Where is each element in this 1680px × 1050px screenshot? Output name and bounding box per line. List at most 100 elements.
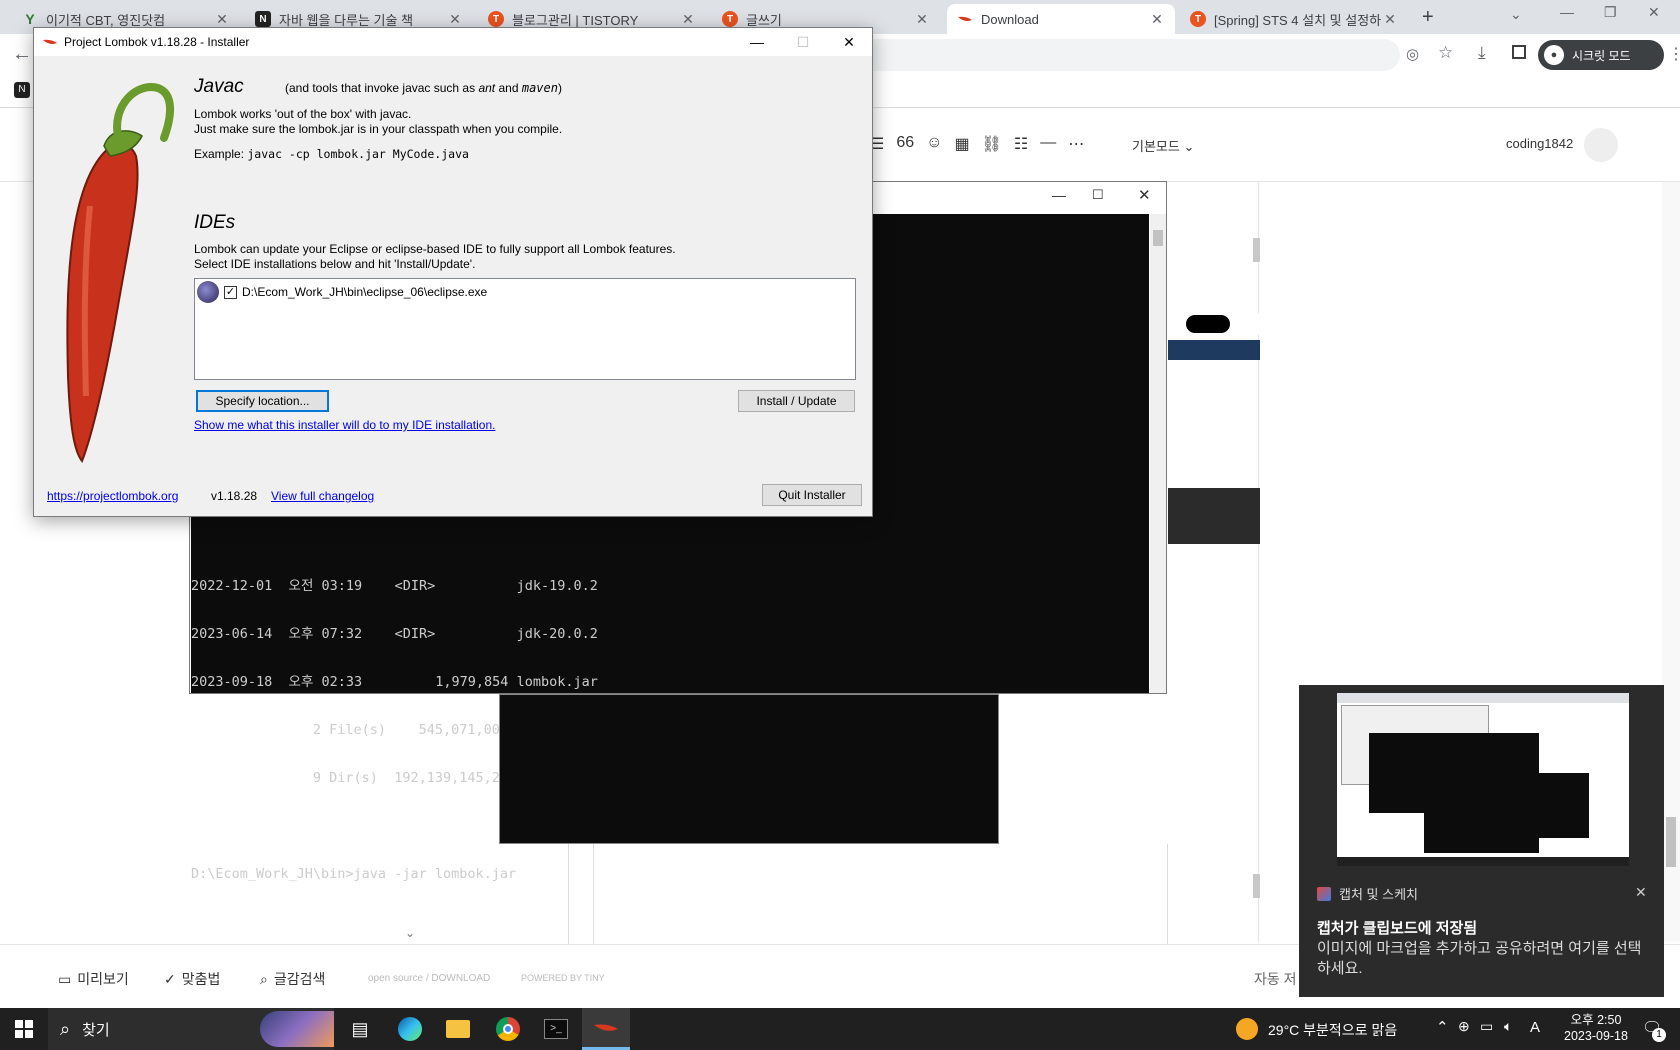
close-tab-icon[interactable]: ✕ [680, 11, 696, 28]
lombok-installer-window[interactable]: Project Lombok v1.18.28 - Installer — ☐ … [33, 27, 873, 517]
snip-sketch-icon [1317, 886, 1331, 901]
quit-installer-button[interactable]: Quit Installer [762, 484, 862, 506]
close-window-icon[interactable]: ✕ [1138, 186, 1151, 204]
browser-tab-active[interactable]: Download ✕ [947, 4, 1175, 34]
close-window-icon[interactable]: ✕ [826, 28, 872, 56]
thumb-taskbar [1337, 857, 1629, 866]
scrollbar-thumb[interactable] [1253, 238, 1260, 262]
ime-indicator[interactable]: A [1530, 1019, 1540, 1036]
scrollbar-thumb[interactable] [1666, 817, 1676, 867]
ide-checkbox[interactable]: ✓ [224, 285, 237, 299]
search-highlight-image [260, 1011, 334, 1047]
spellcheck-icon: ✓ [164, 970, 176, 987]
opensource-link[interactable]: open source / DOWNLOAD [368, 973, 490, 984]
tab-search-chevron-icon[interactable]: ⌄ [1510, 6, 1522, 23]
weather-text[interactable]: 29°C 부분적으로 맑음 [1268, 1020, 1397, 1040]
monitor-icon: ▭ [58, 970, 72, 987]
changelog-link[interactable]: View full changelog [271, 489, 374, 503]
minimize-window-icon[interactable]: — [1052, 187, 1066, 203]
lombok-taskbar-icon[interactable] [582, 1008, 630, 1050]
tab-title: 자바 웹을 다루는 기술 책 [279, 12, 414, 28]
minimize-window-icon[interactable]: — [1560, 4, 1574, 20]
tray-app-icon[interactable]: ⊕ [1458, 1018, 1470, 1035]
avatar[interactable] [1584, 128, 1618, 162]
preview-button[interactable]: ▭ 미리보기 [58, 969, 129, 989]
side-panel-icon[interactable] [1512, 45, 1526, 59]
javac-line: Just make sure the lombok.jar is in your… [194, 122, 563, 136]
ides-line: Lombok can update your Eclipse or eclips… [194, 242, 676, 256]
download-icon[interactable]: ⤓ [1478, 43, 1486, 63]
eye-off-icon[interactable]: ◎ [1406, 45, 1419, 63]
chevron-down-icon[interactable]: ⌄ [405, 926, 415, 940]
notion-favicon-icon: N [255, 11, 271, 27]
embedded-taskbar-fragment [1168, 340, 1260, 360]
specify-location-button[interactable]: Specify location... [196, 390, 329, 412]
incognito-icon: ● [1544, 45, 1564, 65]
close-window-icon[interactable]: ✕ [1648, 4, 1660, 21]
close-tab-icon[interactable]: ✕ [1382, 11, 1398, 28]
example-command: javac -cp lombok.jar MyCode.java [247, 147, 469, 161]
embedded-browser-fragment [1168, 488, 1260, 544]
javac-note-text: ) [557, 81, 562, 95]
chili-favicon-icon [957, 11, 973, 27]
incognito-chip[interactable]: ● 시크릿 모드 [1538, 40, 1664, 70]
emoji-icon[interactable]: ☺ [926, 134, 942, 154]
snip-notification[interactable]: 캡처 및 스케치 ✕ 캡처가 클립보드에 저장됨 이미지에 마크업을 추가하고 … [1299, 685, 1664, 997]
edge-icon[interactable] [386, 1008, 434, 1050]
task-view-icon[interactable]: ▤ [336, 1008, 384, 1050]
close-tab-icon[interactable]: ✕ [1149, 11, 1165, 28]
table-icon[interactable]: ▦ [954, 134, 969, 154]
content-search-label: 글감검색 [273, 971, 326, 987]
clock[interactable]: 오후 2:50 2023-09-18 [1554, 1012, 1638, 1044]
close-tab-icon[interactable]: ✕ [214, 11, 230, 28]
editor-mode-select[interactable]: 기본모드 ⌄ [1132, 136, 1194, 155]
notification-center-icon[interactable]: 🗨︎ 1 [1642, 1018, 1666, 1042]
content-search-button[interactable]: ⌕ 글감검색 [260, 969, 325, 989]
embedded-image-fragment [1168, 313, 1260, 335]
ides-line: Select IDE installations below and hit '… [194, 257, 476, 271]
quote-icon[interactable]: 66 [896, 134, 914, 154]
minimize-window-icon[interactable]: — [734, 28, 780, 56]
divider-icon[interactable]: — [1040, 134, 1056, 154]
close-notification-icon[interactable]: ✕ [1635, 884, 1647, 901]
link-icon[interactable]: ⛓ [982, 134, 1002, 154]
windows-start-icon[interactable] [0, 1008, 48, 1050]
restore-window-icon[interactable]: ❐ [1604, 4, 1617, 21]
notification-count-badge: 1 [1652, 1028, 1666, 1042]
scrollbar-thumb[interactable] [1253, 874, 1260, 898]
close-tab-icon[interactable]: ✕ [914, 11, 930, 28]
install-update-button[interactable]: Install / Update [738, 390, 855, 412]
browser-tab[interactable]: T [Spring] STS 4 설치 및 설정하기 ✕ [1180, 4, 1408, 34]
tray-chevron-icon[interactable]: ⌃ [1436, 1018, 1449, 1036]
more-icon[interactable]: ⋯ [1068, 134, 1084, 154]
show-installer-actions-link[interactable]: Show me what this installer will do to m… [194, 418, 495, 432]
editor-content-area [593, 844, 1168, 944]
back-arrow-icon[interactable]: ← [12, 43, 32, 66]
console-scrollbar[interactable] [1150, 214, 1166, 693]
terminal-icon[interactable]: >_ [532, 1008, 580, 1050]
file-explorer-icon[interactable] [434, 1008, 482, 1050]
scrollbar-thumb[interactable] [1153, 230, 1163, 246]
taskbar-search[interactable]: ⌕ 찾기 [48, 1008, 334, 1050]
ide-list-item[interactable]: ✓ D:\Ecom_Work_JH\bin\eclipse_06\eclipse… [197, 281, 853, 303]
more-menu-icon[interactable]: ⋮ [1668, 44, 1680, 64]
new-tab-button[interactable]: + [1422, 6, 1434, 29]
address-bar[interactable] [860, 39, 1400, 71]
notion-bookmark-icon[interactable]: N [14, 82, 30, 98]
tab-title: 글쓰기 [746, 12, 782, 28]
maximize-window-icon[interactable]: ☐ [1092, 187, 1104, 203]
network-icon[interactable]: ▭ [1480, 1018, 1493, 1035]
username[interactable]: coding1842 [1506, 136, 1573, 151]
spellcheck-button[interactable]: ✓ 맞춤법 [164, 969, 220, 989]
weather-icon[interactable] [1236, 1018, 1258, 1040]
close-tab-icon[interactable]: ✕ [447, 11, 463, 28]
volume-icon[interactable]: 🔈︎ [1504, 1018, 1512, 1035]
console-prompt: D:\Ecom_Work_JH\bin>java -jar lombok.jar [191, 866, 517, 882]
page-scrollbar[interactable] [1662, 182, 1680, 942]
chrome-icon[interactable] [484, 1008, 532, 1050]
lombok-chili-logo [66, 83, 174, 463]
ide-list[interactable]: ✓ D:\Ecom_Work_JH\bin\eclipse_06\eclipse… [194, 278, 856, 380]
bullet-list-icon[interactable]: ☷ [1014, 134, 1028, 154]
projectlombok-link[interactable]: https://projectlombok.org [47, 489, 178, 503]
bookmark-star-icon[interactable]: ☆ [1438, 43, 1453, 63]
